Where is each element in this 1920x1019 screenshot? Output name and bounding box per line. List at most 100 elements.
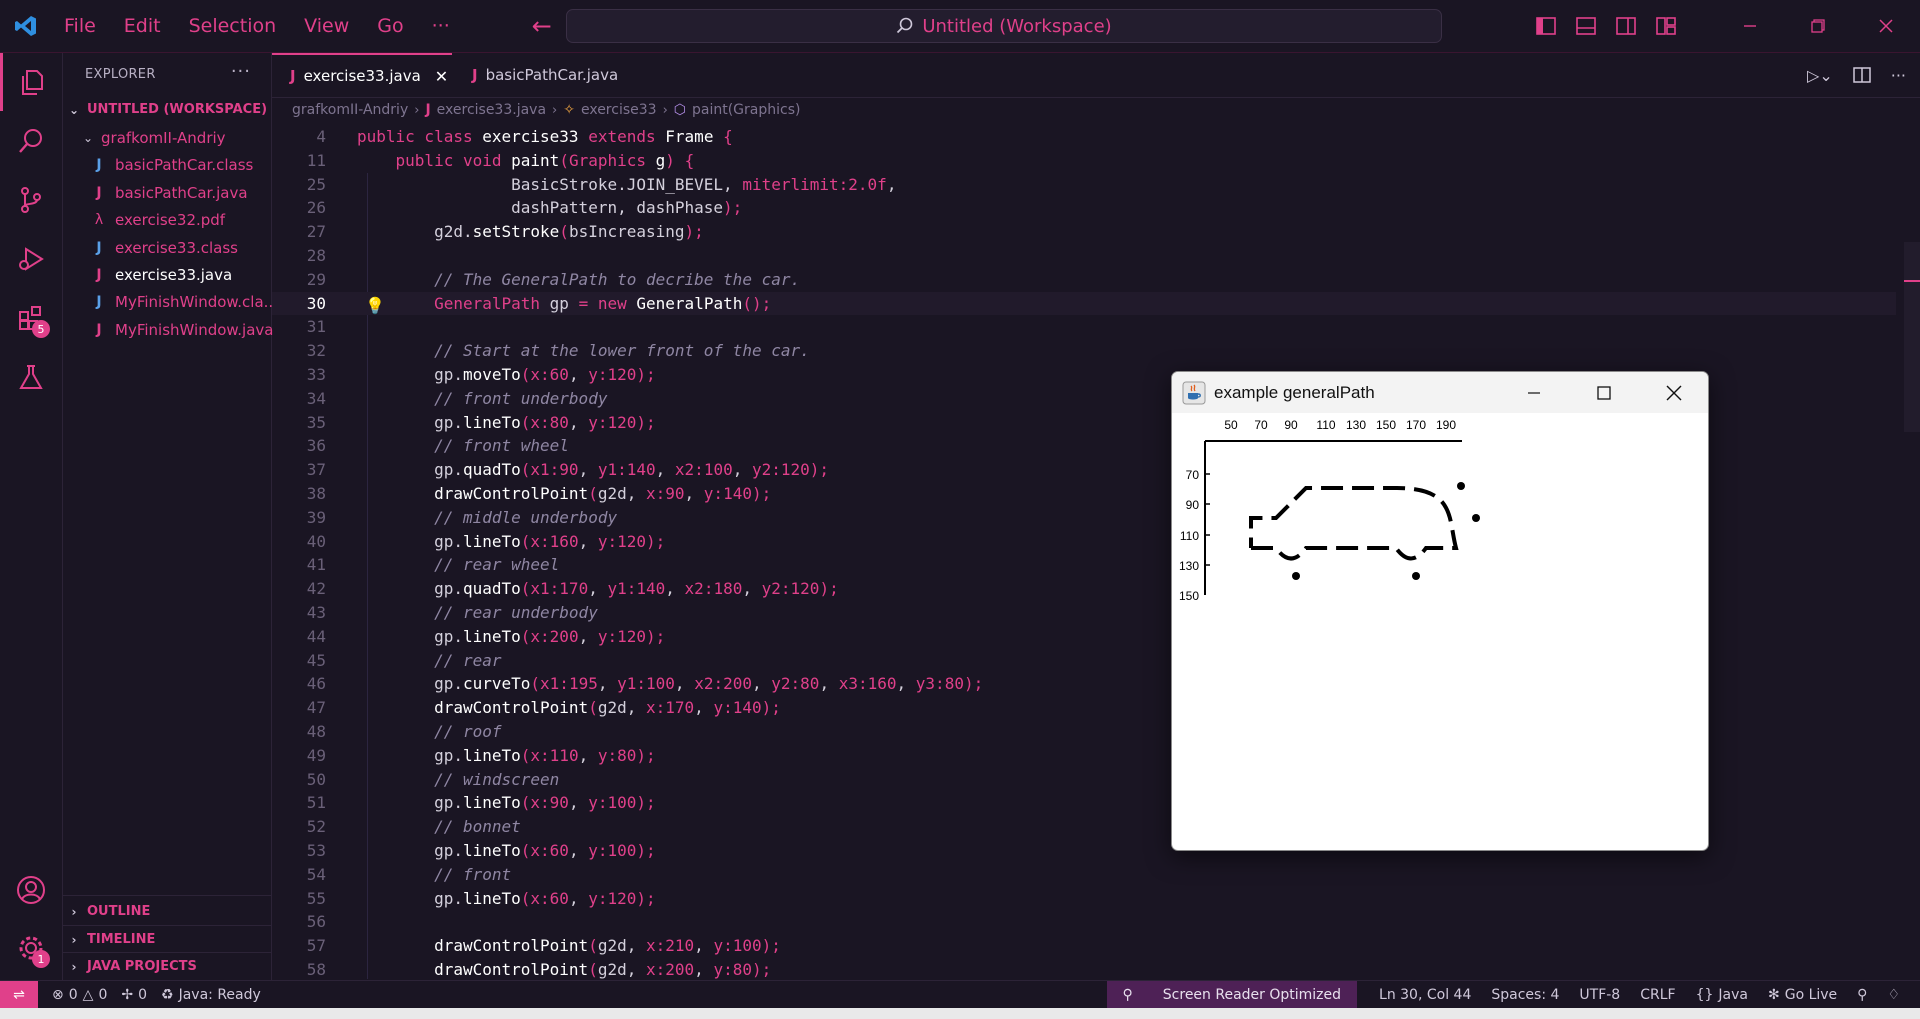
more-actions-icon[interactable]: ··· [1891, 66, 1906, 85]
x-tick-label: 70 [1254, 418, 1268, 432]
explorer-icon[interactable] [0, 53, 62, 111]
file-item-selected[interactable]: Jexercise33.java [63, 261, 299, 288]
java-status-label: Java: Ready [178, 986, 261, 1003]
menu-more[interactable]: ··· [420, 15, 466, 37]
file-item[interactable]: J MyFinishWindow.java [63, 316, 299, 343]
encoding[interactable]: UTF-8 [1579, 987, 1620, 1003]
code-line-current: 30 💡 GeneralPath gp = new GeneralPath(); [272, 291, 1896, 316]
workspace-section[interactable]: ⌄ UNTITLED (WORKSPACE) [63, 96, 271, 123]
warning-icon: △ [82, 986, 94, 1003]
java-minimize-button[interactable] [1499, 372, 1569, 413]
accounts-icon[interactable] [0, 861, 62, 919]
breadcrumb-file[interactable]: exercise33.java [437, 102, 546, 118]
menu-view[interactable]: View [292, 15, 365, 37]
testing-icon[interactable] [0, 348, 62, 406]
split-editor-icon[interactable] [1852, 67, 1871, 83]
folder-grafkom[interactable]: ⌄ grafkomII-Andriy [63, 124, 271, 151]
java-class-icon: J [96, 239, 102, 256]
tab-basicpathcar[interactable]: J basicPathCar.java [454, 53, 644, 97]
indentation[interactable]: Spaces: 4 [1491, 987, 1559, 1003]
end-of-line[interactable]: CRLF [1640, 987, 1675, 1003]
java-close-button[interactable] [1639, 372, 1708, 413]
close-icon[interactable]: ✕ [435, 67, 448, 86]
menu-edit[interactable]: Edit [112, 15, 177, 37]
settings-gear-icon[interactable]: 1 [0, 919, 62, 977]
restore-button[interactable] [1784, 0, 1852, 52]
code-line: 57 drawControlPoint(g2d, x:210, y:100); [306, 936, 781, 956]
tab-exercise33[interactable]: J exercise33.java ✕ [272, 53, 452, 97]
chevron-down-icon: ⌄ [68, 102, 80, 117]
car-path [1249, 486, 1459, 561]
editor-scrollbar[interactable] [1904, 242, 1920, 432]
breadcrumb-folder[interactable]: grafkomII-Andriy [292, 102, 408, 118]
activity-bar: 5 1 [0, 53, 63, 980]
cursor-position[interactable]: Ln 30, Col 44 [1379, 987, 1471, 1003]
breadcrumb-method[interactable]: paint(Graphics) [692, 102, 800, 118]
scrollbar-cursor-marker [1904, 280, 1920, 282]
java-maximize-button[interactable] [1569, 372, 1639, 413]
customize-layout-icon[interactable] [1656, 17, 1676, 35]
breadcrumb-class[interactable]: exercise33 [581, 102, 657, 118]
notifications-bell-icon[interactable]: ♢ [1887, 987, 1900, 1003]
file-item[interactable]: λ exercise32.pdf [63, 206, 299, 233]
java-status-icon: ♻ [161, 986, 174, 1003]
extensions-icon[interactable]: 5 [0, 289, 62, 347]
problems-indicator[interactable]: ⊗ 0 △ 0 [52, 987, 107, 1003]
code-line: 31 [306, 317, 326, 337]
file-item[interactable]: JbasicPathCar.class [63, 151, 299, 178]
broadcast-icon: ✢ [121, 986, 134, 1003]
explorer-more-icon[interactable]: ··· [231, 61, 251, 82]
run-icon[interactable]: ▷⌄ [1807, 66, 1833, 85]
go-live[interactable]: ✻ Go Live [1768, 987, 1837, 1003]
java-file-icon: J [96, 184, 102, 201]
chevron-right-icon: › [71, 959, 77, 974]
go-live-label: Go Live [1784, 986, 1838, 1003]
menu-file[interactable]: File [52, 15, 112, 37]
java-window-titlebar[interactable]: example generalPath [1172, 372, 1708, 413]
java-projects-section[interactable]: › JAVA PROJECTS [63, 953, 271, 980]
minimize-button[interactable] [1716, 0, 1784, 52]
code-line: 55 gp.lineTo(x:60, y:120); [306, 888, 656, 908]
broadcast-icon: ✻ [1767, 986, 1780, 1003]
toggle-primary-sidebar-icon[interactable] [1536, 17, 1556, 35]
timeline-section[interactable]: › TIMELINE [63, 926, 271, 953]
file-item[interactable]: J MyFinishWindow.cla... [63, 288, 299, 315]
menu-go[interactable]: Go [365, 15, 419, 37]
java-status[interactable]: ♻ Java: Ready [161, 987, 261, 1003]
outline-section[interactable]: › OUTLINE [63, 898, 271, 925]
file-name: basicPathCar.java [115, 183, 248, 202]
java-cup-icon [1182, 381, 1206, 404]
screen-reader-optimized[interactable]: ⚲ Screen Reader Optimized [1106, 981, 1358, 1008]
y-tick-label: 130 [1179, 559, 1199, 573]
ports-indicator[interactable]: ✢ 0 [121, 987, 147, 1003]
feedback-icon[interactable]: ⚲ [1857, 987, 1867, 1003]
file-item[interactable]: JbasicPathCar.java [63, 179, 299, 206]
command-center[interactable]: Untitled (Workspace) [566, 9, 1442, 43]
menu-selection[interactable]: Selection [177, 15, 293, 37]
back-arrow-icon[interactable]: ← [532, 12, 552, 40]
file-name: exercise33.class [115, 238, 238, 257]
java-frame-window[interactable]: example generalPath 50 70 90 110 130 150… [1171, 371, 1709, 851]
close-window-button[interactable] [1852, 0, 1920, 52]
folder-label: grafkomII-Andriy [101, 128, 226, 147]
toggle-panel-icon[interactable] [1576, 17, 1596, 35]
source-control-icon[interactable] [0, 171, 62, 229]
taskbar-strip [0, 1008, 1920, 1019]
file-name: MyFinishWindow.cla... [115, 292, 278, 311]
code-line: 29 // The GeneralPath to decribe the car… [306, 269, 801, 289]
control-point [1472, 514, 1480, 522]
extensions-badge: 5 [32, 320, 50, 338]
y-tick-label: 150 [1179, 589, 1199, 603]
toggle-secondary-sidebar-icon[interactable] [1616, 17, 1636, 35]
file-item[interactable]: Jexercise33.class [63, 234, 299, 261]
section-label: TIMELINE [87, 932, 156, 947]
remote-icon[interactable]: ⇌ [0, 981, 38, 1008]
language-mode[interactable]: {} Java [1696, 987, 1748, 1003]
search-icon[interactable] [0, 112, 62, 170]
settings-badge: 1 [32, 950, 50, 968]
chevron-right-icon: › [71, 904, 77, 919]
screen-reader-label: Screen Reader Optimized [1162, 986, 1342, 1003]
run-debug-icon[interactable] [0, 230, 62, 288]
file-name: basicPathCar.class [115, 155, 254, 174]
chevron-right-icon: › [552, 102, 558, 118]
